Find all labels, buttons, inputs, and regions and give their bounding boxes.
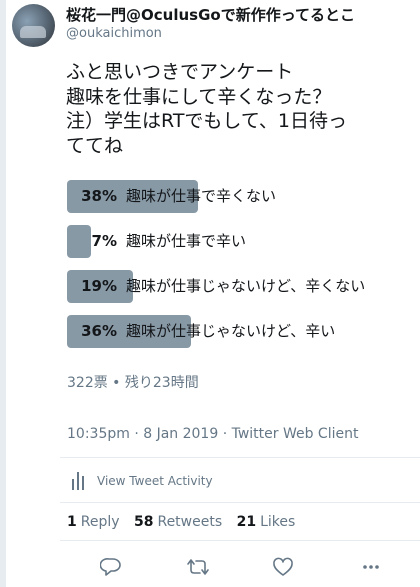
replies-count: 1: [67, 514, 77, 530]
avatar[interactable]: [12, 4, 55, 47]
tweet-stats: 1 Reply 58 Retweets 21 Likes: [67, 514, 305, 530]
retweet-icon: [187, 559, 209, 575]
poll-option: 36% 趣味が仕事じゃないけど、辛い: [67, 315, 412, 348]
bar-chart-icon: [72, 472, 88, 490]
divider: [60, 457, 420, 458]
reply-button[interactable]: [94, 552, 128, 582]
replies-stat[interactable]: 1 Reply: [67, 514, 120, 530]
poll-option: 19% 趣味が仕事じゃないけど、辛くない: [67, 270, 412, 303]
poll: 38% 趣味が仕事で辛くない 7% 趣味が仕事で辛い 19% 趣味が仕事じゃない…: [67, 180, 412, 360]
heart-icon: [273, 557, 293, 576]
tweet-text-line: 趣味を仕事にして辛くなった？: [66, 85, 332, 108]
poll-option-label: 趣味が仕事じゃないけど、辛い: [126, 322, 336, 340]
poll-option: 38% 趣味が仕事で辛くない: [67, 180, 412, 213]
retweets-count: 58: [133, 514, 154, 530]
poll-option-label: 趣味が仕事じゃないけど、辛くない: [126, 277, 366, 295]
retweets-stat[interactable]: 58 Retweets: [134, 514, 222, 530]
poll-meta: 322票 • 残り23時間: [67, 375, 199, 391]
view-activity-link[interactable]: View Tweet Activity: [72, 470, 213, 492]
more-icon: [363, 565, 379, 569]
tweet-actions: [92, 552, 392, 582]
retweet-button[interactable]: [181, 552, 215, 582]
poll-percent: 7%: [91, 232, 117, 250]
divider: [60, 502, 420, 503]
tweet-text-line: ふと思いつきでアンケート: [66, 61, 294, 83]
divider: [60, 540, 420, 541]
display-name[interactable]: 桜花一門@OculusGoで新作作ってるとこ: [66, 4, 355, 25]
likes-label: Likes: [260, 514, 296, 530]
view-activity-label: View Tweet Activity: [97, 474, 213, 488]
poll-option: 7% 趣味が仕事で辛い: [67, 225, 412, 258]
poll-option-label: 趣味が仕事で辛い: [126, 232, 247, 250]
replies-label: Reply: [80, 514, 120, 530]
user-handle[interactable]: @oukaichimon: [66, 26, 162, 41]
retweets-label: Retweets: [157, 514, 223, 530]
thread-line: [0, 0, 6, 587]
poll-percent: 36%: [81, 322, 117, 340]
poll-percent: 19%: [81, 277, 117, 295]
reply-icon: [100, 558, 121, 576]
tweet-text-line: ててね: [66, 134, 124, 157]
poll-option-label: 趣味が仕事で辛くない: [126, 187, 277, 205]
like-button[interactable]: [266, 552, 300, 582]
tweet-timestamp[interactable]: 10:35pm · 8 Jan 2019 · Twitter Web Clien…: [67, 426, 358, 442]
poll-percent: 38%: [81, 187, 117, 205]
tweet-text: ふと思いつきでアンケート 趣味を仕事にして辛くなった？ 注）学生はRTでもして、…: [66, 60, 411, 158]
likes-stat[interactable]: 21 Likes: [237, 514, 296, 530]
likes-count: 21: [236, 514, 257, 530]
tweet-text-line: 注）学生はRTでもして、1日待っ: [66, 110, 347, 132]
more-button[interactable]: [354, 552, 388, 582]
